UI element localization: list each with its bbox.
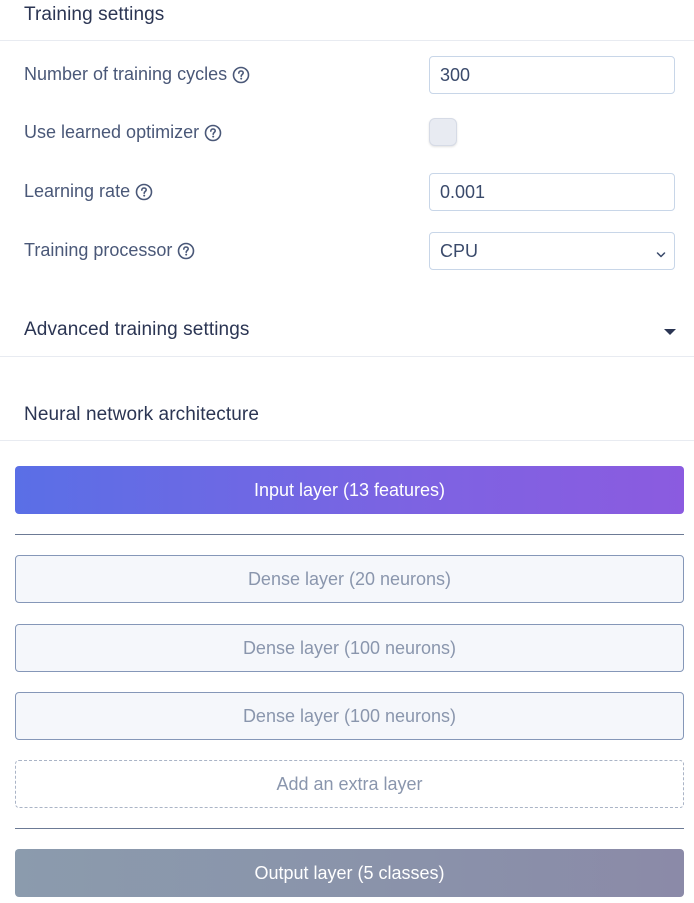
help-icon[interactable] [135, 183, 153, 201]
training-cycles-input[interactable] [429, 56, 675, 94]
training-processor-value: CPU [440, 240, 479, 261]
dense-layer[interactable]: Dense layer (100 neurons) [15, 624, 684, 672]
advanced-training-settings-title: Advanced training settings [24, 319, 250, 340]
training-processor-label: Training processor [24, 240, 173, 260]
setting-row-training-cycles: Number of training cycles [0, 56, 694, 96]
setting-row-learning-rate: Learning rate [0, 173, 694, 213]
architecture-title: Neural network architecture [24, 404, 260, 425]
setting-row-training-processor: Training processor CPU [0, 232, 694, 272]
caret-down-icon[interactable] [664, 329, 676, 335]
training-cycles-label: Number of training cycles [24, 64, 228, 84]
learned-optimizer-label: Use learned optimizer [24, 122, 200, 142]
divider [15, 828, 684, 829]
setting-row-learned-optimizer: Use learned optimizer [0, 114, 694, 154]
help-icon[interactable] [177, 242, 195, 260]
learned-optimizer-label-wrap: Use learned optimizer [24, 122, 222, 143]
training-cycles-label-wrap: Number of training cycles [24, 64, 250, 85]
learning-rate-label-wrap: Learning rate [24, 181, 153, 202]
dense-layer[interactable]: Dense layer (100 neurons) [15, 692, 684, 740]
input-layer[interactable]: Input layer (13 features) [15, 466, 684, 514]
architecture-header: Neural network architecture [0, 385, 694, 441]
advanced-training-settings-header[interactable]: Advanced training settings [0, 300, 694, 357]
output-layer[interactable]: Output layer (5 classes) [15, 849, 684, 897]
learning-rate-label: Learning rate [24, 181, 131, 201]
help-icon[interactable] [204, 124, 222, 142]
help-icon[interactable] [232, 66, 250, 84]
chevron-down-icon [656, 245, 666, 258]
training-settings-title: Training settings [24, 4, 165, 25]
training-settings-header: Training settings [0, 0, 694, 41]
add-layer-button[interactable]: Add an extra layer [15, 760, 684, 808]
learning-rate-input[interactable] [429, 173, 675, 211]
training-processor-label-wrap: Training processor [24, 240, 195, 261]
divider [15, 534, 684, 535]
learned-optimizer-checkbox[interactable] [429, 118, 457, 146]
training-processor-select[interactable]: CPU [429, 232, 675, 270]
dense-layer[interactable]: Dense layer (20 neurons) [15, 555, 684, 603]
